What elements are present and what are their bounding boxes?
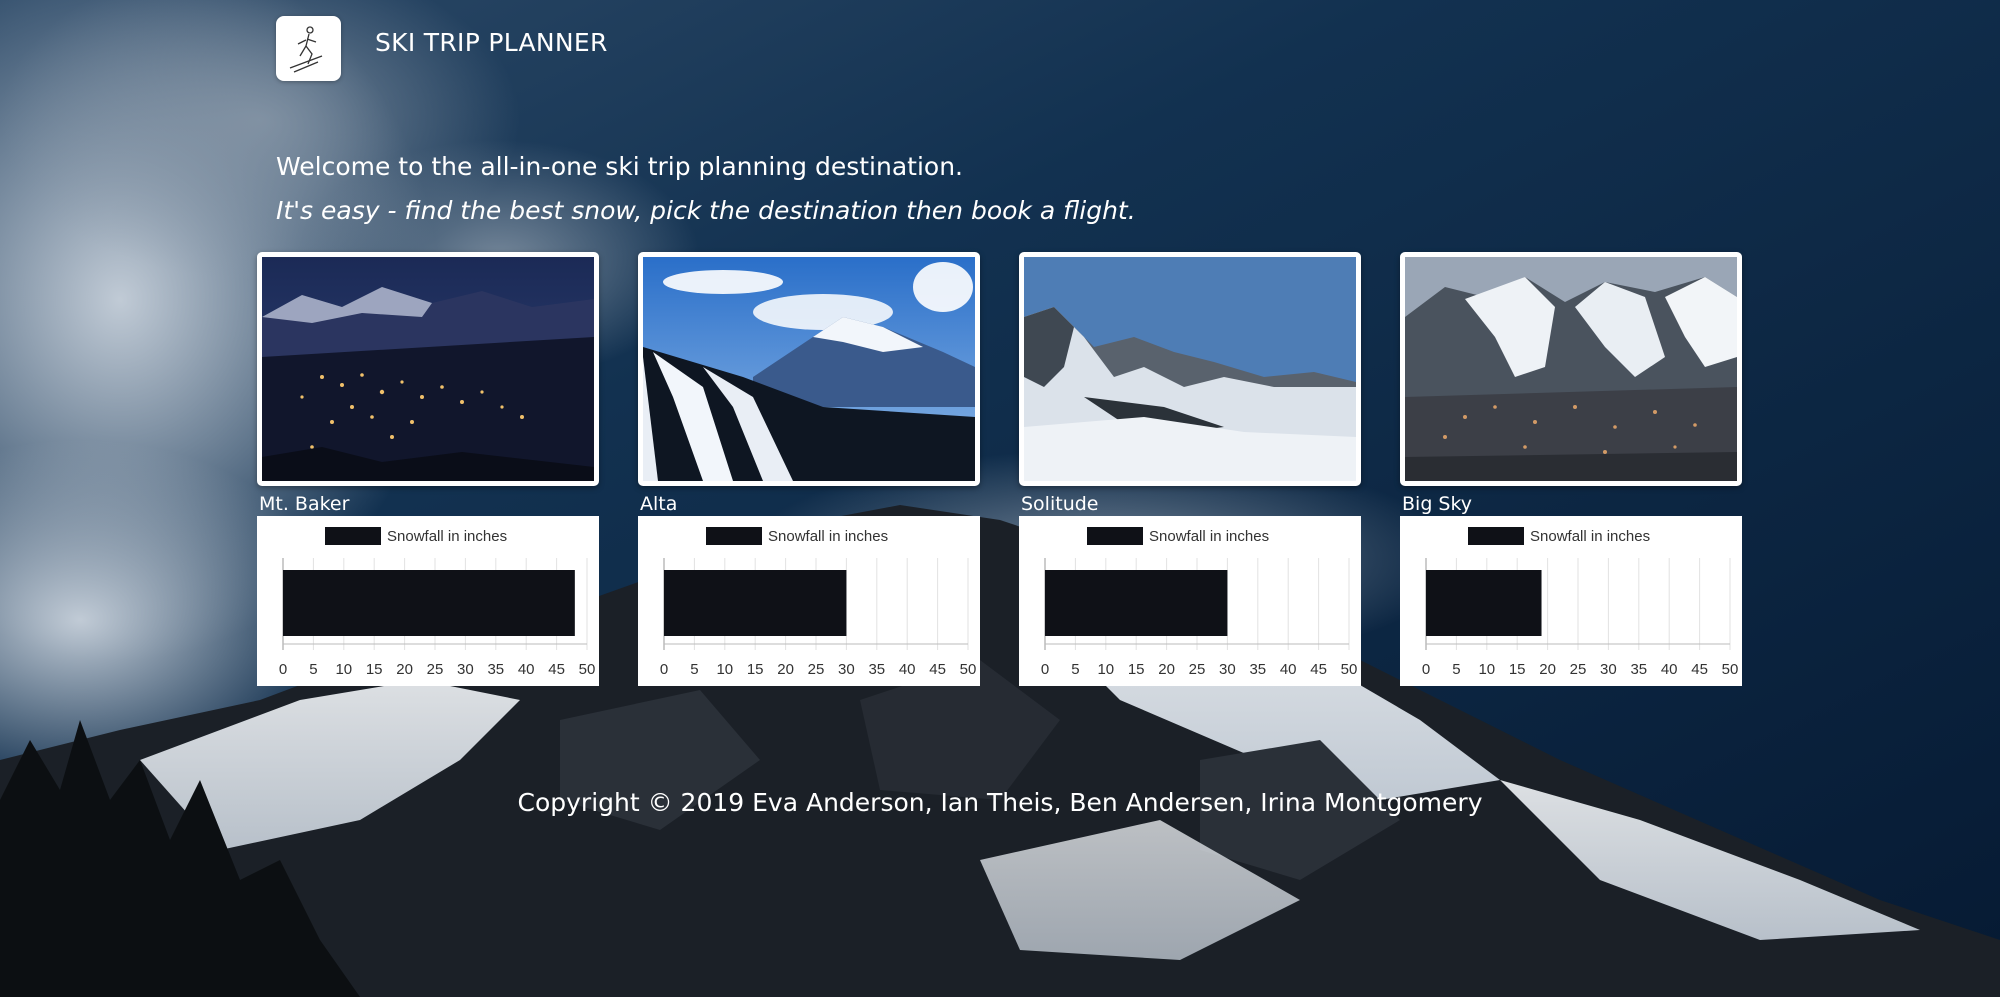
tick-label: 15 — [747, 661, 764, 678]
tick-label: 25 — [1570, 661, 1587, 678]
legend-label: Snowfall in inches — [387, 528, 507, 545]
tick-label: 0 — [1041, 661, 1049, 678]
legend-label: Snowfall in inches — [1149, 528, 1269, 545]
snowfall-chart: Snowfall in inches 0 5 10 15 20 25 30 35 40 45 50 — [1019, 516, 1361, 686]
snowfall-bar — [1426, 570, 1542, 636]
tick-label: 45 — [548, 661, 565, 678]
app-title: SKI TRIP PLANNER — [375, 28, 608, 57]
resort-card-mt-baker[interactable]: Mt. Baker Snowfall in inches 0 5 10 15 20 25 30… — [257, 252, 599, 686]
tick-label: 35 — [487, 661, 504, 678]
tick-label: 25 — [427, 661, 444, 678]
snowfall-chart: Snowfall in inches 0 5 10 15 20 25 30 35 40 45 50 — [257, 516, 599, 686]
tick-label: 20 — [396, 661, 413, 678]
tick-label: 10 — [335, 661, 352, 678]
copyright-footer: Copyright © 2019 Eva Anderson, Ian Theis… — [517, 788, 1483, 817]
ski-slope-mountain-photo — [643, 257, 975, 481]
tick-label: 0 — [279, 661, 287, 678]
tick-label: 40 — [1280, 661, 1297, 678]
tick-label: 5 — [1071, 661, 1079, 678]
skier-icon — [289, 26, 323, 73]
tick-label: 50 — [579, 661, 596, 678]
tick-label: 50 — [1722, 661, 1739, 678]
tick-label: 50 — [1341, 661, 1358, 678]
legend-swatch — [706, 527, 762, 545]
mountain-village-photo — [1405, 257, 1737, 481]
tick-label: 25 — [808, 661, 825, 678]
tick-label: 50 — [960, 661, 977, 678]
tick-label: 10 — [716, 661, 733, 678]
tick-label: 5 — [1452, 661, 1460, 678]
legend-swatch — [1468, 527, 1524, 545]
legend-label: Snowfall in inches — [1530, 528, 1650, 545]
resort-name[interactable]: Big Sky — [1402, 492, 1742, 516]
tick-label: 20 — [777, 661, 794, 678]
resort-name[interactable]: Solitude — [1021, 492, 1361, 516]
tick-label: 15 — [1509, 661, 1526, 678]
tick-label: 40 — [518, 661, 535, 678]
tick-label: 10 — [1478, 661, 1495, 678]
resort-name[interactable]: Mt. Baker — [259, 492, 599, 516]
tick-label: 45 — [1310, 661, 1327, 678]
legend-swatch — [1087, 527, 1143, 545]
tick-label: 30 — [838, 661, 855, 678]
snowfall-chart: Snowfall in inches 0 5 10 15 20 25 30 35 40 45 50 — [1400, 516, 1742, 686]
tick-label: 20 — [1539, 661, 1556, 678]
tick-label: 45 — [1691, 661, 1708, 678]
resort-card-big-sky[interactable]: Big Sky Snowfall in inches 0 5 10 15 20 25 30 35… — [1400, 252, 1742, 686]
resort-photo[interactable] — [1019, 252, 1361, 486]
tick-label: 30 — [457, 661, 474, 678]
resort-photo[interactable] — [638, 252, 980, 486]
snowfall-chart: Snowfall in inches 0 5 10 15 20 25 30 35 40 45 50 — [638, 516, 980, 686]
tick-label: 25 — [1189, 661, 1206, 678]
resort-name[interactable]: Alta — [640, 492, 980, 516]
tick-label: 5 — [309, 661, 317, 678]
tick-label: 0 — [1422, 661, 1430, 678]
snowfall-bar — [1045, 570, 1228, 636]
resort-card-solitude[interactable]: Solitude Snowfall in inches 0 5 10 15 20 25 30 3… — [1019, 252, 1361, 686]
tick-label: 15 — [1128, 661, 1145, 678]
tick-label: 40 — [1661, 661, 1678, 678]
tick-label: 15 — [366, 661, 383, 678]
tick-label: 40 — [899, 661, 916, 678]
tick-label: 30 — [1600, 661, 1617, 678]
tick-label: 30 — [1219, 661, 1236, 678]
tick-label: 0 — [660, 661, 668, 678]
resort-photo[interactable] — [1400, 252, 1742, 486]
resort-photo[interactable] — [257, 252, 599, 486]
resort-card-alta[interactable]: Alta Snowfall in inches 0 5 10 15 20 25 30 35 40 4… — [638, 252, 980, 686]
tick-label: 35 — [868, 661, 885, 678]
app-logo[interactable] — [276, 16, 341, 81]
snowfall-bar — [664, 570, 847, 636]
snowy-peaks-photo — [1024, 257, 1356, 481]
tick-label: 5 — [690, 661, 698, 678]
legend-label: Snowfall in inches — [768, 528, 888, 545]
welcome-text: Welcome to the all-in-one ski trip plann… — [276, 152, 963, 181]
tick-label: 10 — [1097, 661, 1114, 678]
tick-label: 35 — [1249, 661, 1266, 678]
snowfall-bar — [283, 570, 575, 636]
tagline-text: It's easy - find the best snow, pick the… — [276, 196, 1136, 225]
tick-label: 45 — [929, 661, 946, 678]
tick-label: 35 — [1630, 661, 1647, 678]
night-town-mountain-photo — [262, 257, 594, 481]
tick-label: 20 — [1158, 661, 1175, 678]
legend-swatch — [325, 527, 381, 545]
